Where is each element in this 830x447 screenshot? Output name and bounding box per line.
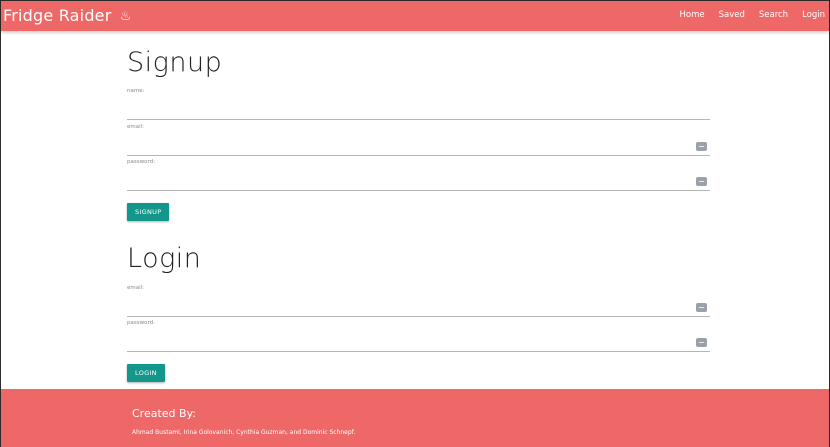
autofill-key-icon[interactable]	[696, 177, 707, 186]
login-title: Login	[127, 243, 202, 274]
nav-links: Home Saved Search Login	[665, 10, 825, 20]
nav-link-search[interactable]: Search	[759, 10, 788, 20]
steaming-bowl-icon: ♨	[119, 9, 132, 24]
signup-title: Signup	[127, 47, 223, 78]
brand-link[interactable]: Fridge Raider ♨	[3, 6, 132, 25]
login-password-label: password:	[127, 320, 155, 326]
signup-name-label: name:	[127, 88, 145, 94]
footer: Created By: Ahmad Bustami, Irina Golovan…	[1, 389, 829, 447]
nav-link-saved[interactable]: Saved	[719, 10, 745, 20]
autofill-key-icon[interactable]	[696, 338, 707, 347]
nav-link-login[interactable]: Login	[802, 10, 825, 20]
signup-password-input[interactable]	[127, 169, 687, 187]
signup-password-label: password:	[127, 159, 155, 165]
signup-email-input[interactable]	[127, 134, 687, 152]
signup-name-input[interactable]	[127, 98, 687, 116]
brand-name: Fridge Raider	[3, 6, 112, 25]
login-password-input[interactable]	[127, 330, 687, 348]
login-password-field: password:	[127, 320, 710, 352]
autofill-key-icon[interactable]	[696, 142, 707, 151]
signup-email-field: email:	[127, 124, 710, 156]
login-email-input[interactable]	[127, 295, 687, 313]
signup-password-field: password:	[127, 159, 710, 191]
navbar: Fridge Raider ♨ Home Saved Search Login	[1, 1, 829, 31]
signup-button[interactable]: SIGNUP	[127, 203, 170, 221]
footer-credits: Ahmad Bustami, Irina Golovanich, Cynthia…	[132, 429, 356, 436]
nav-link-home[interactable]: Home	[679, 10, 704, 20]
login-email-label: email:	[127, 285, 145, 291]
page: Fridge Raider ♨ Home Saved Search Login …	[0, 0, 830, 447]
autofill-key-icon[interactable]	[696, 303, 707, 312]
login-button[interactable]: LOGIN	[127, 364, 165, 382]
signup-email-label: email:	[127, 124, 145, 130]
signup-name-field: name:	[127, 88, 710, 120]
login-email-field: email:	[127, 285, 710, 317]
footer-title: Created By:	[132, 407, 196, 420]
